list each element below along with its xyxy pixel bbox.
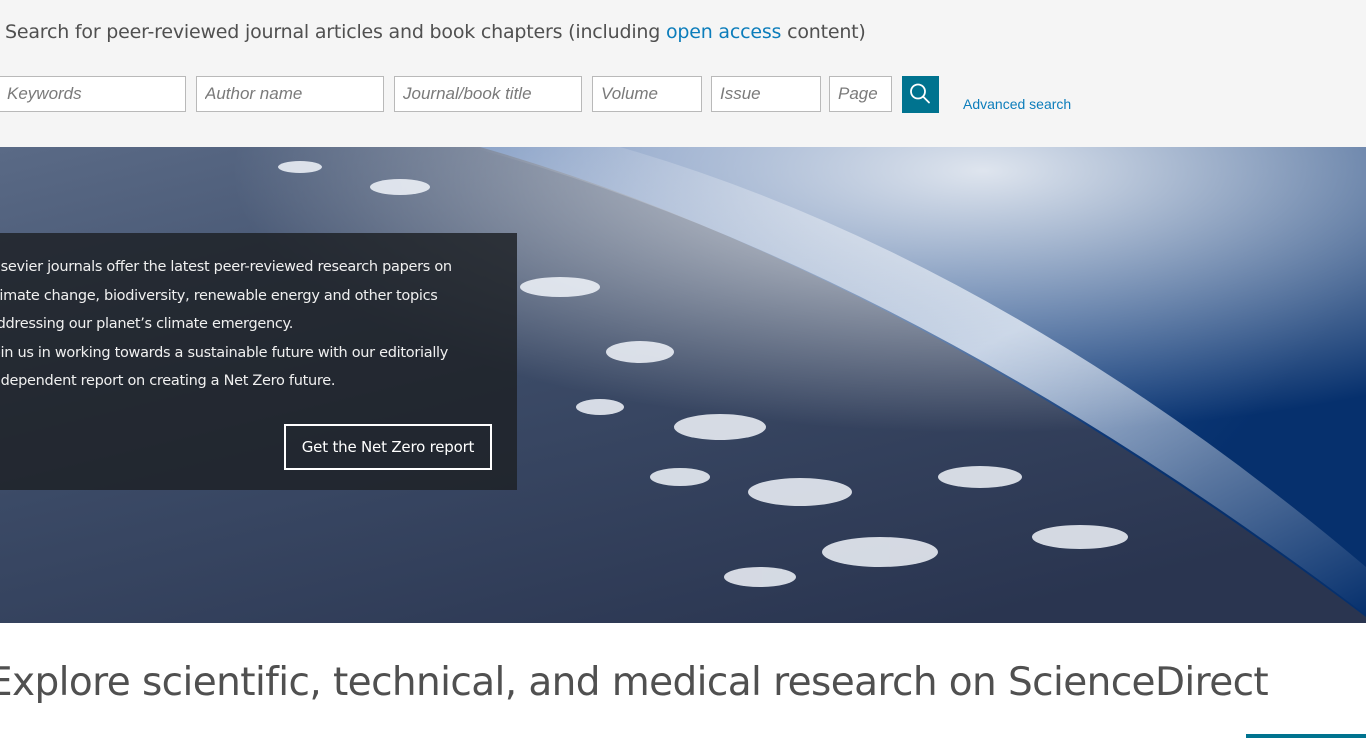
search-intro-prefix: Search for peer-reviewed journal article… [5, 21, 666, 43]
page-input[interactable] [829, 76, 892, 112]
promo-text: Elsevier journals offer the latest peer-… [0, 253, 508, 396]
advanced-search-link[interactable]: Advanced search [963, 96, 1071, 112]
explore-heading: Explore scientific, technical, and medic… [0, 660, 1269, 705]
volume-input[interactable] [592, 76, 702, 112]
accent-bar [1246, 734, 1366, 738]
author-name-input[interactable] [196, 76, 384, 112]
search-icon [910, 83, 930, 104]
promo-line: independent report on creating a Net Zer… [0, 373, 336, 389]
promo-line: Join us in working towards a sustainable… [0, 344, 449, 361]
search-intro-suffix: content) [781, 21, 866, 43]
promo-line: climate change, biodiversity, renewable … [0, 287, 438, 304]
search-submit-button[interactable] [902, 76, 939, 113]
journal-title-input[interactable] [394, 76, 582, 112]
promo-line: Elsevier journals offer the latest peer-… [0, 259, 452, 275]
hero-banner: Elsevier journals offer the latest peer-… [0, 147, 1366, 623]
open-access-link[interactable]: open access [666, 21, 781, 43]
net-zero-promo-box: Elsevier journals offer the latest peer-… [0, 233, 517, 490]
net-zero-report-button[interactable]: Get the Net Zero report [284, 424, 492, 470]
keywords-input[interactable] [0, 76, 186, 112]
search-panel: Search for peer-reviewed journal article… [0, 0, 1366, 147]
issue-input[interactable] [711, 76, 821, 112]
search-intro: Search for peer-reviewed journal article… [5, 21, 866, 43]
promo-line: addressing our planet’s climate emergenc… [0, 316, 294, 332]
